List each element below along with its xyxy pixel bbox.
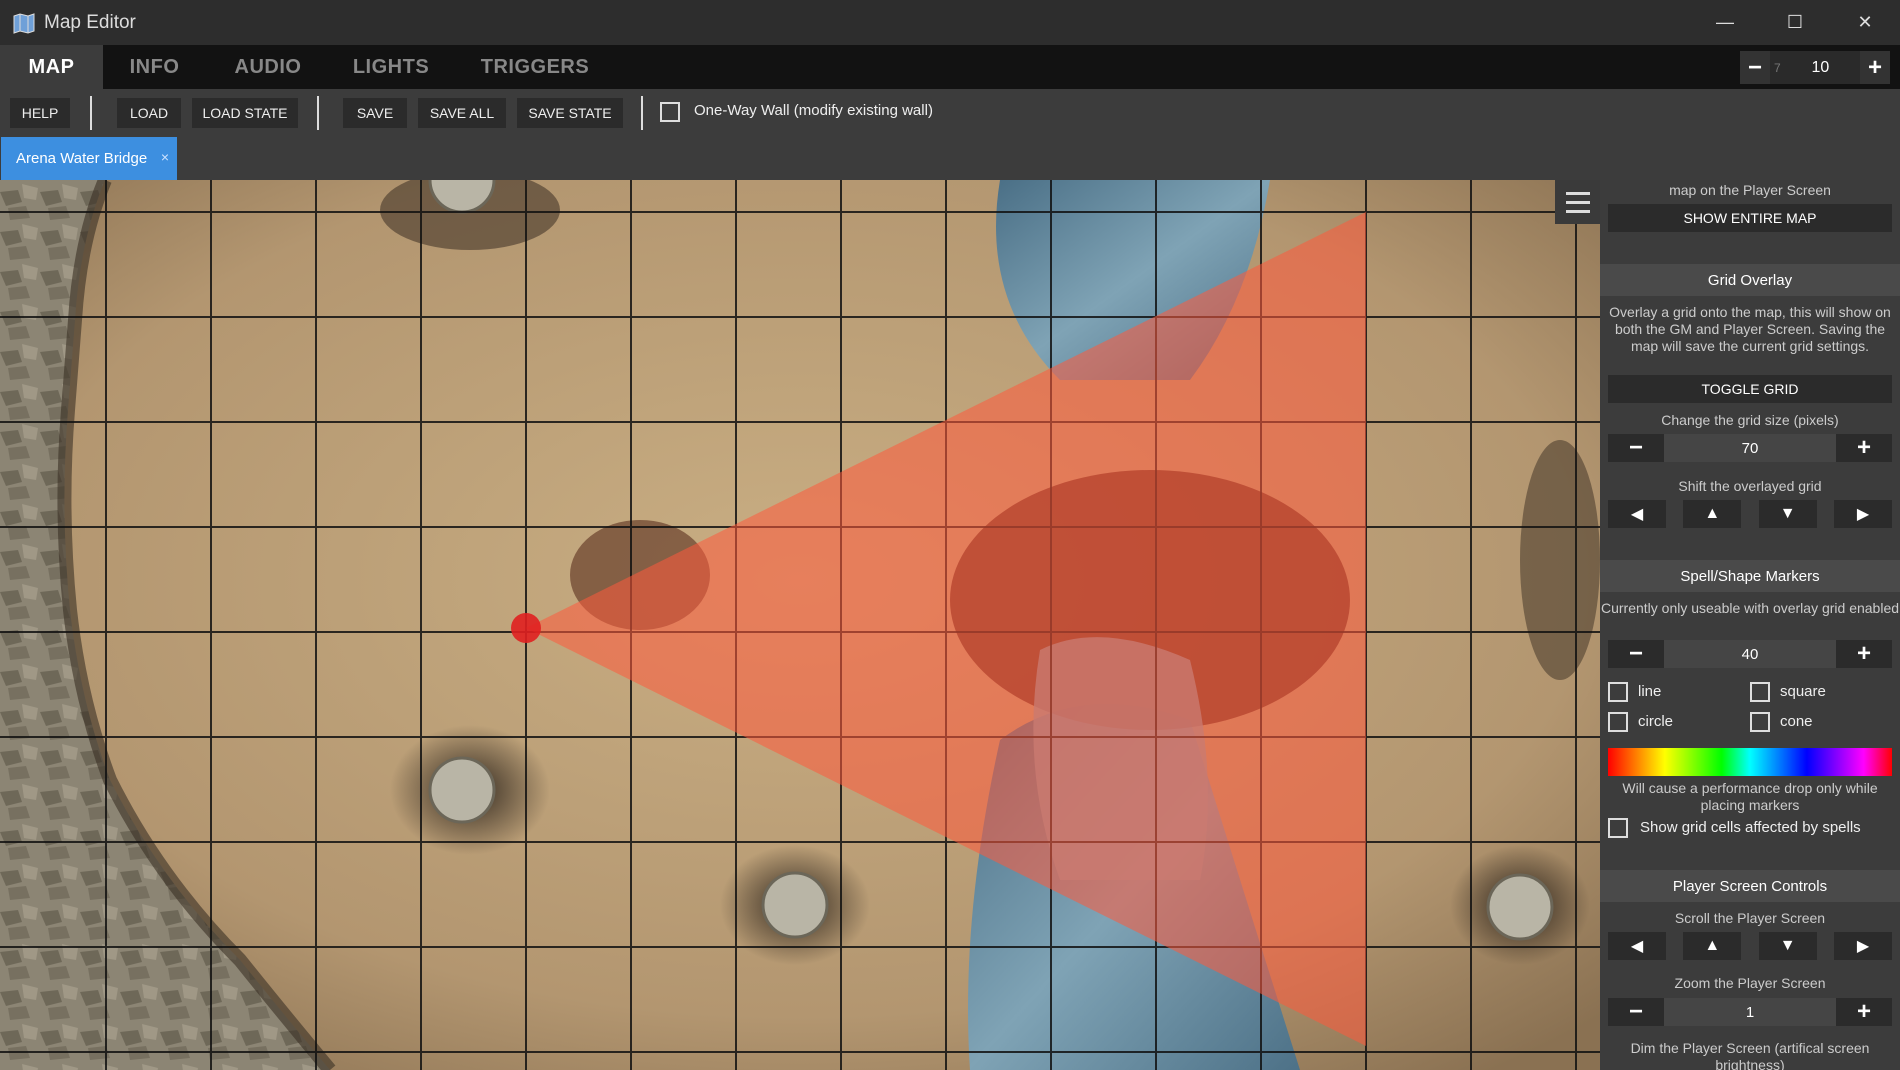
square-label: square	[1780, 683, 1826, 700]
show-grid-cells-label: Show grid cells affected by spells	[1640, 819, 1861, 836]
tab-info[interactable]: INFO	[103, 45, 206, 89]
toggle-grid-button[interactable]: TOGGLE GRID	[1608, 375, 1892, 403]
grid-overlay-header: Grid Overlay	[1600, 264, 1900, 296]
scroll-down-button[interactable]: ▼	[1758, 932, 1817, 960]
grid-size-value[interactable]: 70	[1664, 434, 1836, 462]
grid-size-label: Change the grid size (pixels)	[1661, 412, 1839, 428]
player-zoom-minus-button[interactable]: −	[1608, 998, 1664, 1026]
circle-checkbox[interactable]	[1608, 712, 1628, 732]
hamburger-menu-icon[interactable]	[1555, 180, 1600, 224]
map-canvas[interactable]	[0, 180, 1600, 1070]
side-panel: map on the Player Screen SHOW ENTIRE MAP…	[1600, 180, 1900, 1070]
scroll-left-button[interactable]: ◀	[1608, 932, 1666, 960]
square-checkbox[interactable]	[1750, 682, 1770, 702]
toolbar-divider	[317, 96, 319, 130]
cone-label: cone	[1780, 713, 1813, 730]
map-image	[0, 180, 1600, 1070]
zoom-value[interactable]: 10	[1781, 59, 1860, 77]
color-picker-slider[interactable]	[1608, 748, 1892, 776]
zoom-min-hint: 7	[1774, 60, 1781, 75]
help-button[interactable]: HELP	[10, 98, 70, 128]
spell-markers-note: Currently only useable with overlay grid…	[1600, 600, 1900, 616]
player-zoom-value[interactable]: 1	[1664, 998, 1836, 1026]
load-button[interactable]: LOAD	[117, 98, 181, 128]
toolbar-divider	[90, 96, 92, 130]
cone-origin-marker	[511, 613, 541, 643]
zoom-player-screen-label: Zoom the Player Screen	[1674, 975, 1826, 991]
grid-shift-right-button[interactable]: ▶	[1833, 500, 1892, 528]
zoom-minus-button[interactable]: −	[1740, 51, 1770, 84]
tab-audio[interactable]: AUDIO	[218, 45, 318, 89]
player-screen-header: Player Screen Controls	[1600, 870, 1900, 902]
document-tab-label: Arena Water Bridge	[16, 150, 148, 167]
save-button[interactable]: SAVE	[343, 98, 407, 128]
grid-shift-left-button[interactable]: ◀	[1608, 500, 1666, 528]
player-zoom-stepper: − 1 +	[1608, 998, 1892, 1026]
show-entire-map-button[interactable]: SHOW ENTIRE MAP	[1608, 204, 1892, 232]
marker-size-value[interactable]: 40	[1664, 640, 1836, 668]
marker-size-plus-button[interactable]: +	[1836, 640, 1892, 668]
zoom-plus-button[interactable]: +	[1860, 51, 1890, 84]
grid-overlay-description: Overlay a grid onto the map, this will s…	[1609, 304, 1891, 354]
marker-size-stepper: − 40 +	[1608, 640, 1892, 668]
tab-map[interactable]: MAP	[0, 45, 103, 89]
zoom-stepper: − 7 10 +	[1740, 51, 1890, 84]
window-title: Map Editor	[44, 11, 136, 33]
grid-shift-label: Shift the overlayed grid	[1678, 478, 1822, 494]
scroll-up-button[interactable]: ▲	[1683, 932, 1742, 960]
map-icon	[12, 11, 36, 35]
load-state-button[interactable]: LOAD STATE	[192, 98, 298, 128]
show-map-text: map on the Player Screen	[1669, 182, 1831, 198]
one-way-wall-label: One-Way Wall (modify existing wall)	[694, 102, 933, 119]
grid-size-plus-button[interactable]: +	[1836, 434, 1892, 462]
close-button[interactable]: ✕	[1830, 0, 1900, 45]
performance-note: Will cause a performance drop only while…	[1622, 780, 1878, 813]
document-tab-bar: Arena Water Bridge ×	[0, 137, 1600, 180]
close-tab-icon[interactable]: ×	[161, 149, 169, 165]
document-tab[interactable]: Arena Water Bridge ×	[1, 137, 177, 180]
circle-label: circle	[1638, 713, 1674, 730]
toolbar: HELP LOAD LOAD STATE SAVE SAVE ALL SAVE …	[0, 89, 1900, 137]
grid-size-minus-button[interactable]: −	[1608, 434, 1664, 462]
line-checkbox[interactable]	[1608, 682, 1628, 702]
one-way-wall-checkbox[interactable]	[660, 102, 680, 122]
maximize-button[interactable]: ☐	[1760, 0, 1830, 45]
save-state-button[interactable]: SAVE STATE	[517, 98, 623, 128]
minimize-button[interactable]: —	[1690, 0, 1760, 45]
marker-size-minus-button[interactable]: −	[1608, 640, 1664, 668]
grid-shift-controls: ◀ ▲ ▼ ▶	[1608, 500, 1892, 528]
dim-player-screen-label: Dim the Player Screen (artifical screen …	[1630, 1040, 1870, 1070]
cone-checkbox[interactable]	[1750, 712, 1770, 732]
toolbar-divider	[641, 96, 643, 130]
spell-markers-header: Spell/Shape Markers	[1600, 560, 1900, 592]
tab-triggers[interactable]: TRIGGERS	[465, 45, 605, 89]
grid-shift-down-button[interactable]: ▼	[1758, 500, 1817, 528]
scroll-player-screen-label: Scroll the Player Screen	[1674, 910, 1826, 926]
show-grid-cells-checkbox[interactable]	[1608, 818, 1628, 838]
main-tab-bar: MAP INFO AUDIO LIGHTS TRIGGERS − 7 10 +	[0, 45, 1900, 89]
grid-size-stepper: − 70 +	[1608, 434, 1892, 462]
tab-lights[interactable]: LIGHTS	[336, 45, 446, 89]
line-label: line	[1638, 683, 1662, 700]
grid-shift-up-button[interactable]: ▲	[1683, 500, 1742, 528]
save-all-button[interactable]: SAVE ALL	[418, 98, 506, 128]
title-bar: Map Editor — ☐ ✕	[0, 0, 1900, 45]
player-zoom-plus-button[interactable]: +	[1836, 998, 1892, 1026]
scroll-right-button[interactable]: ▶	[1833, 932, 1892, 960]
scroll-player-screen-controls: ◀ ▲ ▼ ▶	[1608, 932, 1892, 960]
